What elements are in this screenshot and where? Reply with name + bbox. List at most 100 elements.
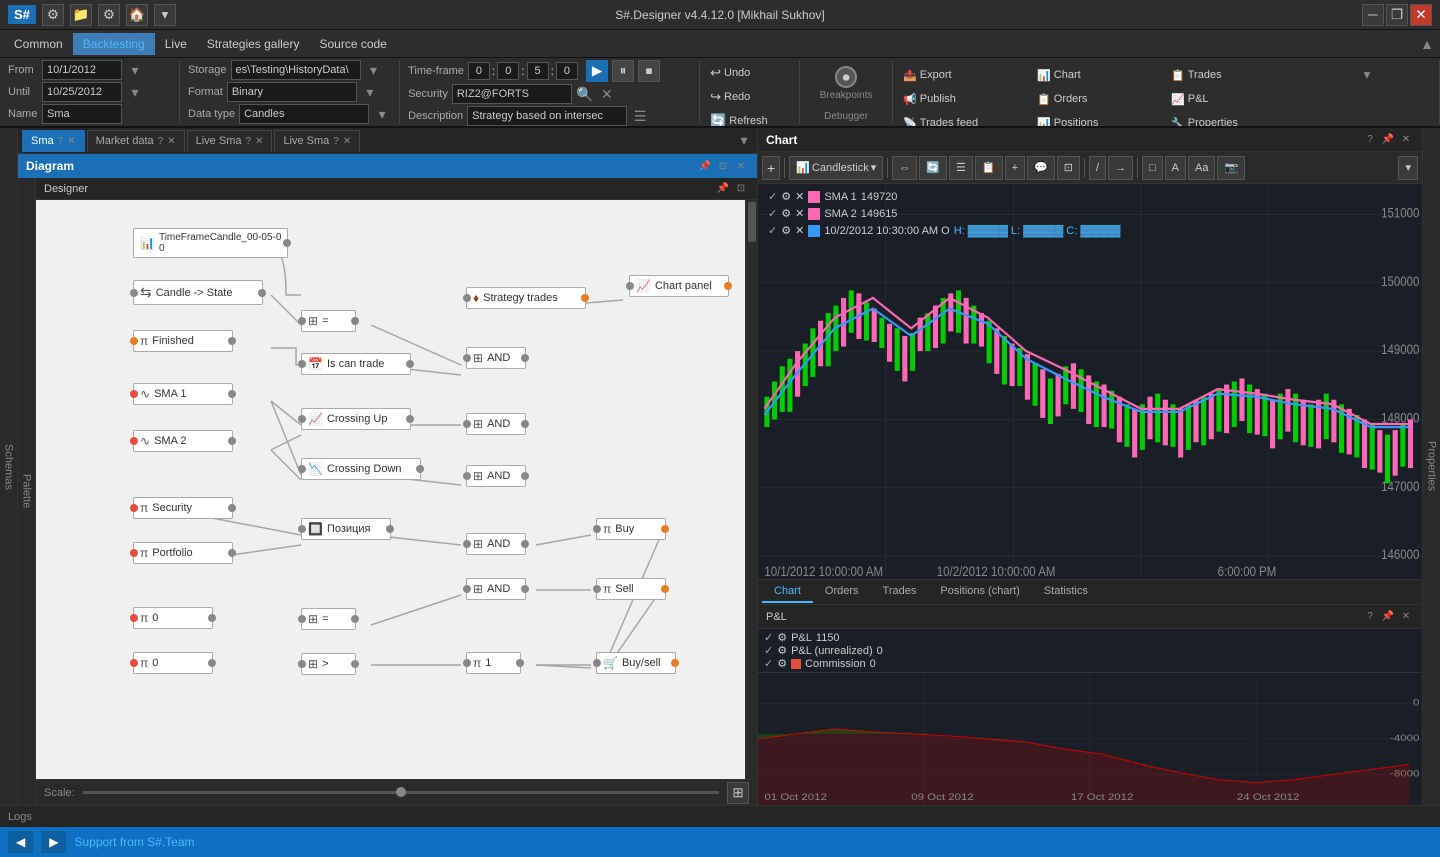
- status-forward-btn[interactable]: ▶: [41, 831, 66, 853]
- name-input[interactable]: [42, 104, 122, 124]
- menu-backtesting[interactable]: Backtesting: [73, 33, 155, 55]
- node-iscanteade[interactable]: 📅 Is can trade: [301, 353, 411, 375]
- datatype-input[interactable]: [239, 104, 369, 124]
- node-zero2[interactable]: π 0: [133, 652, 213, 674]
- node-crossup[interactable]: 📈 Crossing Up: [301, 408, 411, 430]
- chart-tb-btn2[interactable]: 🔄: [919, 156, 947, 180]
- tf-ms[interactable]: [556, 62, 578, 80]
- node-crossdown[interactable]: 📉 Crossing Down: [301, 458, 421, 480]
- ind3-close[interactable]: ✕: [795, 224, 804, 237]
- node-and5[interactable]: ⊞ AND: [466, 578, 526, 600]
- scale-icon[interactable]: ⊞: [727, 782, 749, 804]
- chart-add-btn[interactable]: +: [762, 156, 780, 180]
- node-buy[interactable]: π Buy: [596, 518, 666, 540]
- candlestick-btn[interactable]: 📊 Candlestick ▾: [789, 156, 883, 180]
- node-candle-state[interactable]: ⇄ Candle -> State: [133, 280, 263, 305]
- tab-market-close[interactable]: ✕: [167, 136, 175, 147]
- datatype-dropdown[interactable]: ▾: [373, 105, 391, 123]
- trades-feed-btn[interactable]: 📡Trades feed: [899, 112, 1031, 128]
- chart-tb-aa[interactable]: Aa: [1188, 156, 1215, 180]
- chart-area[interactable]: ✓ ⚙ ✕ SMA 1 149720 ✓ ⚙ ✕ SMA 2: [758, 184, 1422, 579]
- chart-tb-btn7[interactable]: ⊡: [1057, 156, 1080, 180]
- pnl-content[interactable]: 0 -4000 -8000 01 Oct 2012: [758, 673, 1422, 805]
- undo-btn[interactable]: ↩Undo: [706, 62, 754, 84]
- from-input[interactable]: [42, 60, 122, 80]
- tf-s[interactable]: [527, 62, 549, 80]
- until-input[interactable]: [42, 82, 122, 102]
- pnl-ind-settings3[interactable]: ⚙: [777, 657, 787, 670]
- node-and1[interactable]: ⊞ AND: [466, 347, 526, 369]
- node-timeframecandle[interactable]: 📊 TimeFrameCandle_00-05-00: [133, 228, 288, 258]
- node-chart-panel[interactable]: 📈 Chart panel: [629, 275, 729, 297]
- chart-tb-btn5[interactable]: +: [1005, 156, 1025, 180]
- scale-slider[interactable]: [83, 791, 719, 794]
- pnl-pin-btn[interactable]: 📌: [1380, 609, 1396, 625]
- canvas-scrollbar[interactable]: [745, 200, 757, 779]
- settings-btn2[interactable]: ⚙: [98, 4, 120, 26]
- node-and2[interactable]: ⊞ AND: [466, 413, 526, 435]
- format-input[interactable]: [227, 82, 357, 102]
- diagram-pin-btn[interactable]: 📌: [697, 158, 713, 174]
- diagram-float-btn[interactable]: ⊡: [715, 158, 731, 174]
- security-clear[interactable]: ✕: [598, 85, 616, 103]
- menu-live[interactable]: Live: [155, 33, 197, 55]
- chart-tb-cam[interactable]: 📷: [1217, 156, 1245, 180]
- properties-sidebar-right[interactable]: Properties: [1422, 128, 1440, 805]
- orders-btn[interactable]: 📋Orders: [1033, 88, 1165, 110]
- tab-live1-help[interactable]: ?: [245, 136, 251, 147]
- chart-btn[interactable]: 📊Chart: [1033, 64, 1165, 86]
- tab-sma[interactable]: Sma ? ✕: [22, 130, 85, 152]
- format-dropdown[interactable]: ▾: [361, 83, 379, 101]
- chart-tb-btn1[interactable]: ⇔: [892, 156, 917, 180]
- menu-common[interactable]: Common: [4, 33, 73, 55]
- trades-btn[interactable]: 📋Trades: [1167, 64, 1299, 86]
- chart-tb-arrow[interactable]: →: [1108, 156, 1133, 180]
- status-back-btn[interactable]: ◀: [8, 831, 33, 853]
- node-position[interactable]: 🔲 Позиция: [301, 518, 391, 540]
- tabs-more-btn[interactable]: ▾: [735, 132, 753, 150]
- cbt-statistics[interactable]: Statistics: [1032, 581, 1100, 603]
- designer-float-btn[interactable]: ⊡: [733, 181, 749, 197]
- properties-btn[interactable]: 🔧Properties: [1167, 112, 1299, 128]
- node-and4[interactable]: ⊞ AND: [466, 533, 526, 555]
- tf-m[interactable]: [497, 62, 519, 80]
- cbt-trades[interactable]: Trades: [871, 581, 929, 603]
- refresh-btn[interactable]: 🔄Refresh: [706, 110, 772, 128]
- chart-tb-draw[interactable]: /: [1089, 156, 1106, 180]
- security-input[interactable]: [452, 84, 572, 104]
- storage-dropdown[interactable]: ▾: [365, 61, 383, 79]
- tab-market-help[interactable]: ?: [158, 136, 164, 147]
- ind-close[interactable]: ✕: [795, 190, 804, 203]
- tab-sma-help[interactable]: ?: [58, 136, 64, 147]
- home-btn[interactable]: 🏠: [126, 4, 148, 26]
- export-btn[interactable]: 📤Export: [899, 64, 1031, 86]
- ind-settings[interactable]: ⚙: [781, 190, 791, 203]
- pnl-ind-settings1[interactable]: ⚙: [777, 631, 787, 644]
- chart-tb-btn4[interactable]: 📋: [975, 156, 1003, 180]
- arrow-btn[interactable]: ▾: [154, 4, 176, 26]
- pnl-close-btn[interactable]: ✕: [1398, 609, 1414, 625]
- tab-sma-close[interactable]: ✕: [67, 136, 75, 147]
- breakpoints-btn[interactable]: ⏺: [806, 66, 886, 88]
- chart-tb-text[interactable]: A: [1165, 156, 1186, 180]
- node-strategy-trades[interactable]: ♦ Strategy trades: [466, 287, 586, 309]
- pause-btn[interactable]: ⏸: [612, 60, 634, 82]
- chart-tb-btn3[interactable]: ☰: [949, 156, 973, 180]
- cbt-chart[interactable]: Chart: [762, 581, 813, 603]
- node-sell[interactable]: π Sell: [596, 578, 666, 600]
- diagram-close-btn[interactable]: ✕: [733, 158, 749, 174]
- until-dropdown[interactable]: ▾: [126, 83, 144, 101]
- stop-btn[interactable]: ⏹: [638, 60, 660, 82]
- pnl-help-btn[interactable]: ?: [1362, 609, 1378, 625]
- pnl-ind-settings2[interactable]: ⚙: [777, 644, 787, 657]
- cbt-positions-chart[interactable]: Positions (chart): [928, 581, 1031, 603]
- collapse-btn[interactable]: ▲: [1418, 35, 1436, 53]
- menu-source[interactable]: Source code: [309, 33, 396, 55]
- storage-input[interactable]: [231, 60, 361, 80]
- desc-menu[interactable]: ☰: [631, 107, 649, 125]
- node-eq2[interactable]: ⊞ =: [301, 608, 356, 630]
- node-zero1[interactable]: π 0: [133, 607, 213, 629]
- schemas-sidebar[interactable]: Schemas: [0, 128, 18, 805]
- node-and3[interactable]: ⊞ AND: [466, 465, 526, 487]
- play-btn[interactable]: ▶: [586, 60, 608, 82]
